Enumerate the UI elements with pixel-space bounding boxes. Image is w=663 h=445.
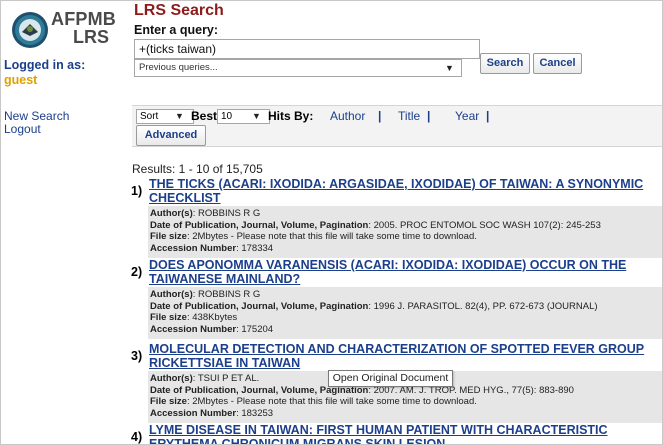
logged-in-label: Logged in as: [4,58,86,72]
result-details: Author(s): ROBBINS R G Date of Publicati… [148,287,662,339]
previous-queries-select[interactable]: Previous queries... [134,59,462,77]
query-input[interactable] [134,39,480,59]
best-count-select[interactable]: 10 [217,109,270,124]
search-button[interactable]: Search [480,53,530,74]
logo-text-lrs: LRS [73,27,109,47]
sidebar: AFPMB LRS Logged in as: guest New Search… [1,1,129,444]
result-title-link[interactable]: DOES APONOMMA VARANENSIS (ACARI: IXODIDA… [149,258,659,286]
results-count: Results: 1 - 10 of 15,705 [132,162,263,176]
result-accession: Accession Number: 178334 [150,242,274,254]
cancel-button[interactable]: Cancel [533,53,582,74]
best-label: Best [191,109,218,123]
result-number: 1) [131,184,143,198]
result-publication: Date of Publication, Journal, Volume, Pa… [150,300,598,312]
previous-queries-chevron-down-icon[interactable]: ▼ [445,63,454,73]
result-number: 4) [131,430,143,444]
result-file-size: File size: 2Mbytes - Please note that th… [150,396,477,407]
sort-chevron-down-icon[interactable]: ▼ [175,111,184,121]
separator: | [427,109,431,123]
app-frame: AFPMB LRS Logged in as: guest New Search… [0,0,663,445]
result-number: 2) [131,265,143,279]
result-accession: Accession Number: 175204 [150,323,274,335]
tooltip: Open Original Document [328,370,453,387]
current-user: guest [4,73,38,87]
page-title: LRS Search [134,2,224,19]
sort-value: Sort [140,111,159,122]
result-publication: Date of Publication, Journal, Volume, Pa… [150,219,601,231]
separator: | [378,109,382,123]
result-file-size: File size: 438Kbytes [150,312,238,323]
result-accession: Accession Number: 183253 [150,407,274,419]
result-title-link[interactable]: MOLECULAR DETECTION AND CHARACTERIZATION… [149,342,659,370]
result-title-link[interactable]: LYME DISEASE IN TAIWAN: FIRST HUMAN PATI… [149,423,659,444]
hits-by-author-link[interactable]: Author [330,109,365,123]
best-count-value: 10 [221,111,233,122]
hits-by-title-link[interactable]: Title [398,109,420,123]
previous-queries-value: Previous queries... [139,62,218,73]
best-count-chevron-down-icon[interactable]: ▼ [252,111,261,121]
new-search-link[interactable]: New Search [4,109,69,123]
main-content: LRS Search Enter a query: Search Cancel … [131,1,662,444]
afpmb-logo: AFPMB LRS [11,9,125,53]
separator: | [486,109,490,123]
result-authors: Author(s): ROBBINS R G [150,289,261,300]
hits-by-label: Hits By: [268,109,314,123]
result-number: 3) [131,349,143,363]
result-file-size: File size: 2Mbytes - Please note that th… [150,231,477,242]
hits-by-year-link[interactable]: Year [455,109,479,123]
logout-link[interactable]: Logout [4,122,41,136]
result-details: Author(s): ROBBINS R G Date of Publicati… [148,206,662,258]
afpmb-emblem-icon [12,12,48,48]
result-authors: Author(s): ROBBINS R G [150,208,261,219]
sort-select[interactable]: Sort [136,109,194,124]
results-toolbar: Sort ▼ Best 10 ▼ Hits By: Author | Title… [132,105,662,147]
query-label: Enter a query: [134,23,219,37]
result-title-link[interactable]: THE TICKS (ACARI: IXODIDA: ARGASIDAE, IX… [149,177,659,205]
advanced-button[interactable]: Advanced [136,125,206,146]
